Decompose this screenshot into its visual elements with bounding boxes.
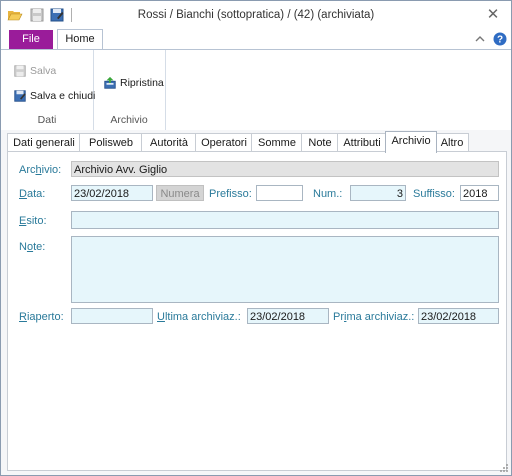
tab-altro[interactable]: Altro <box>435 133 469 152</box>
prima-archiviazione-label: Prima archiviaz.: <box>333 311 415 323</box>
ribbon-tabs: File Home ? <box>1 29 511 50</box>
note-textarea[interactable] <box>71 236 499 303</box>
ribbon-group-archivio: Ripristina Archivio <box>93 50 166 130</box>
tab-autorita[interactable]: Autorità <box>141 133 197 152</box>
save-button-label: Salva <box>30 65 57 77</box>
content-area: Dati generali Polisweb Autorità Operator… <box>1 130 511 475</box>
note-label: Note: <box>19 241 46 253</box>
archivio-panel: Archivio: Archivio Avv. Giglio Data: 23/… <box>7 151 507 471</box>
tab-polisweb[interactable]: Polisweb <box>79 133 143 152</box>
close-icon[interactable]: ✕ <box>485 5 501 23</box>
esito-field[interactable] <box>71 211 499 229</box>
save-and-close-button[interactable]: Salva e chiudi <box>13 89 95 103</box>
esito-label: Esito: <box>19 215 47 227</box>
window-title: Rossi / Bianchi (sottopratica) / (42) (a… <box>137 9 375 21</box>
prefisso-label: Prefisso: <box>209 188 252 200</box>
title-bar: Rossi / Bianchi (sottopratica) / (42) (a… <box>1 1 511 29</box>
save-icon <box>14 65 26 77</box>
riaperto-label: Riaperto: <box>19 311 64 323</box>
ribbon-group-label-dati: Dati <box>37 114 57 126</box>
window: Rossi / Bianchi (sottopratica) / (42) (a… <box>0 0 512 476</box>
restore-button-label: Ripristina <box>120 77 164 89</box>
data-label: Data: <box>19 188 46 200</box>
tab-attributi[interactable]: Attributi <box>337 133 387 152</box>
tab-operatori[interactable]: Operatori <box>195 133 253 152</box>
file-tab[interactable]: File <box>9 30 53 49</box>
tab-dati-generali[interactable]: Dati generali <box>7 133 81 152</box>
ultima-archiviazione-field[interactable]: 23/02/2018 <box>247 308 329 324</box>
home-tab[interactable]: Home <box>57 29 103 50</box>
data-field[interactable]: 23/02/2018 <box>71 185 153 201</box>
archivio-label: Archivio: <box>19 164 62 176</box>
restore-icon <box>104 76 116 89</box>
prima-archiviazione-field[interactable]: 23/02/2018 <box>418 308 499 324</box>
ribbon: Salva Salva e chiudi Dati Ripristina Arc… <box>1 49 511 131</box>
suffisso-label: Suffisso: <box>413 188 455 200</box>
save-button[interactable]: Salva <box>13 64 56 78</box>
num-label: Num.: <box>313 188 343 200</box>
ribbon-group-label-archivio: Archivio <box>110 114 148 126</box>
ribbon-group-dati: Salva Salva e chiudi Dati <box>1 50 95 130</box>
riaperto-field[interactable] <box>71 308 153 324</box>
resize-grip-icon[interactable] <box>499 463 509 473</box>
tab-note[interactable]: Note <box>301 133 339 152</box>
svg-text:?: ? <box>497 35 503 46</box>
restore-button[interactable]: Ripristina <box>103 76 164 90</box>
suffisso-field[interactable]: 2018 <box>460 185 499 201</box>
help-icon[interactable]: ? <box>493 32 507 46</box>
prefisso-field[interactable] <box>256 185 303 201</box>
archivio-field: Archivio Avv. Giglio <box>71 161 499 177</box>
save-and-close-label: Salva e chiudi <box>30 90 96 102</box>
tab-archivio[interactable]: Archivio <box>385 131 437 153</box>
numera-button[interactable]: Numera <box>156 185 204 201</box>
tab-somme[interactable]: Somme <box>251 133 303 152</box>
num-field[interactable]: 3 <box>350 185 406 201</box>
save-close-icon <box>14 90 26 102</box>
ultima-archiviazione-label: Ultima archiviaz.: <box>157 311 241 323</box>
chevron-up-icon[interactable] <box>473 32 487 46</box>
